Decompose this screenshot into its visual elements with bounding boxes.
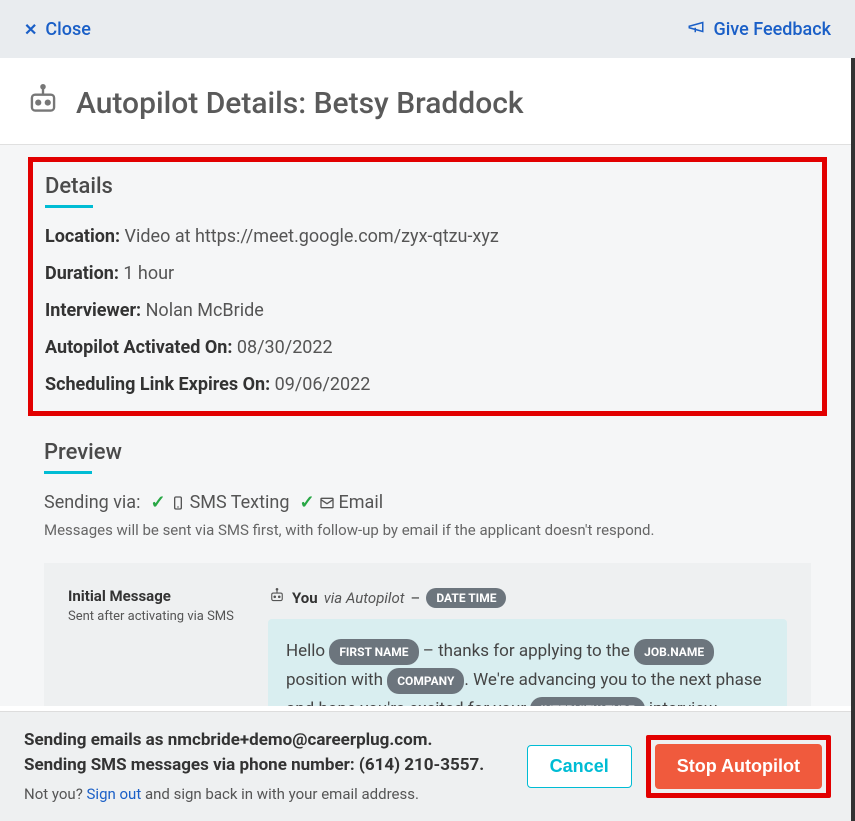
- email-label: Email: [339, 492, 384, 513]
- preview-heading: Preview: [44, 440, 122, 465]
- jobname-pill: JOB.NAME: [634, 639, 714, 665]
- detail-label: Location:: [45, 226, 120, 247]
- check-icon: ✓: [299, 492, 314, 513]
- firstname-pill: FIRST NAME: [329, 639, 418, 665]
- company-pill: COMPANY: [387, 668, 464, 694]
- interviewtype-pill: INTERVIEW.TYPE: [530, 697, 644, 706]
- initial-message-subtitle: Sent after activating via SMS: [68, 609, 248, 624]
- check-icon: ✓: [150, 492, 165, 513]
- close-button[interactable]: ✕ Close: [24, 19, 91, 40]
- footer-email-line: Sending emails as nmcbride+demo@careerpl…: [24, 728, 484, 754]
- page-title: Autopilot Details: Betsy Braddock: [76, 86, 524, 121]
- details-card: Details Location: Video at https://meet.…: [28, 157, 827, 416]
- sms-label: SMS Texting: [190, 492, 290, 513]
- message-card: Initial Message Sent after activating vi…: [44, 563, 811, 706]
- detail-row-activated: Autopilot Activated On: 08/30/2022: [45, 337, 810, 358]
- sending-via-label: Sending via:: [44, 492, 140, 513]
- footer-bar: Sending emails as nmcbride+demo@careerpl…: [0, 711, 855, 821]
- heading-underline: [45, 205, 93, 208]
- sending-note: Messages will be sent via SMS first, wit…: [44, 521, 811, 539]
- robot-icon: [24, 82, 62, 124]
- stop-autopilot-highlight: Stop Autopilot: [646, 735, 831, 798]
- sign-out-link[interactable]: Sign out: [87, 785, 142, 803]
- detail-row-location: Location: Video at https://meet.google.c…: [45, 226, 810, 247]
- close-label: Close: [45, 19, 90, 40]
- detail-row-expires: Scheduling Link Expires On: 09/06/2022: [45, 374, 810, 395]
- details-heading: Details: [45, 174, 113, 199]
- detail-value: 1 hour: [119, 263, 174, 284]
- detail-label: Interviewer:: [45, 300, 141, 321]
- right-border: [851, 58, 855, 821]
- stop-autopilot-button[interactable]: Stop Autopilot: [655, 744, 822, 789]
- detail-value: Video at https://meet.google.com/zyx-qtz…: [120, 226, 499, 247]
- message-body: Hello FIRST NAME – thanks for applying t…: [268, 619, 787, 706]
- heading-underline: [44, 471, 92, 474]
- cancel-button[interactable]: Cancel: [527, 745, 632, 788]
- mobile-icon: [170, 492, 186, 513]
- megaphone-icon: [687, 18, 705, 41]
- detail-row-duration: Duration: 1 hour: [45, 263, 810, 284]
- feedback-label: Give Feedback: [713, 19, 831, 40]
- robot-icon: [268, 587, 286, 609]
- footer-notyou-line: Not you? Sign out and sign back in with …: [24, 783, 484, 806]
- detail-label: Autopilot Activated On:: [45, 337, 232, 358]
- detail-row-interviewer: Interviewer: Nolan McBride: [45, 300, 810, 321]
- sending-via-row: Sending via: ✓ SMS Texting ✓ Email: [44, 492, 811, 513]
- initial-message-title: Initial Message: [68, 587, 248, 605]
- detail-label: Duration:: [45, 263, 119, 284]
- datetime-pill: DATE TIME: [426, 588, 506, 608]
- you-label: You: [292, 589, 318, 607]
- detail-value: Nolan McBride: [141, 300, 264, 321]
- give-feedback-button[interactable]: Give Feedback: [687, 18, 831, 41]
- message-header: You via Autopilot – DATE TIME: [268, 587, 787, 609]
- close-icon: ✕: [24, 20, 37, 39]
- footer-sms-line: Sending SMS messages via phone number: (…: [24, 753, 484, 779]
- detail-value: 09/06/2022: [270, 374, 370, 395]
- detail-label: Scheduling Link Expires On:: [45, 374, 270, 395]
- detail-value: 08/30/2022: [232, 337, 332, 358]
- mail-icon: [319, 492, 335, 513]
